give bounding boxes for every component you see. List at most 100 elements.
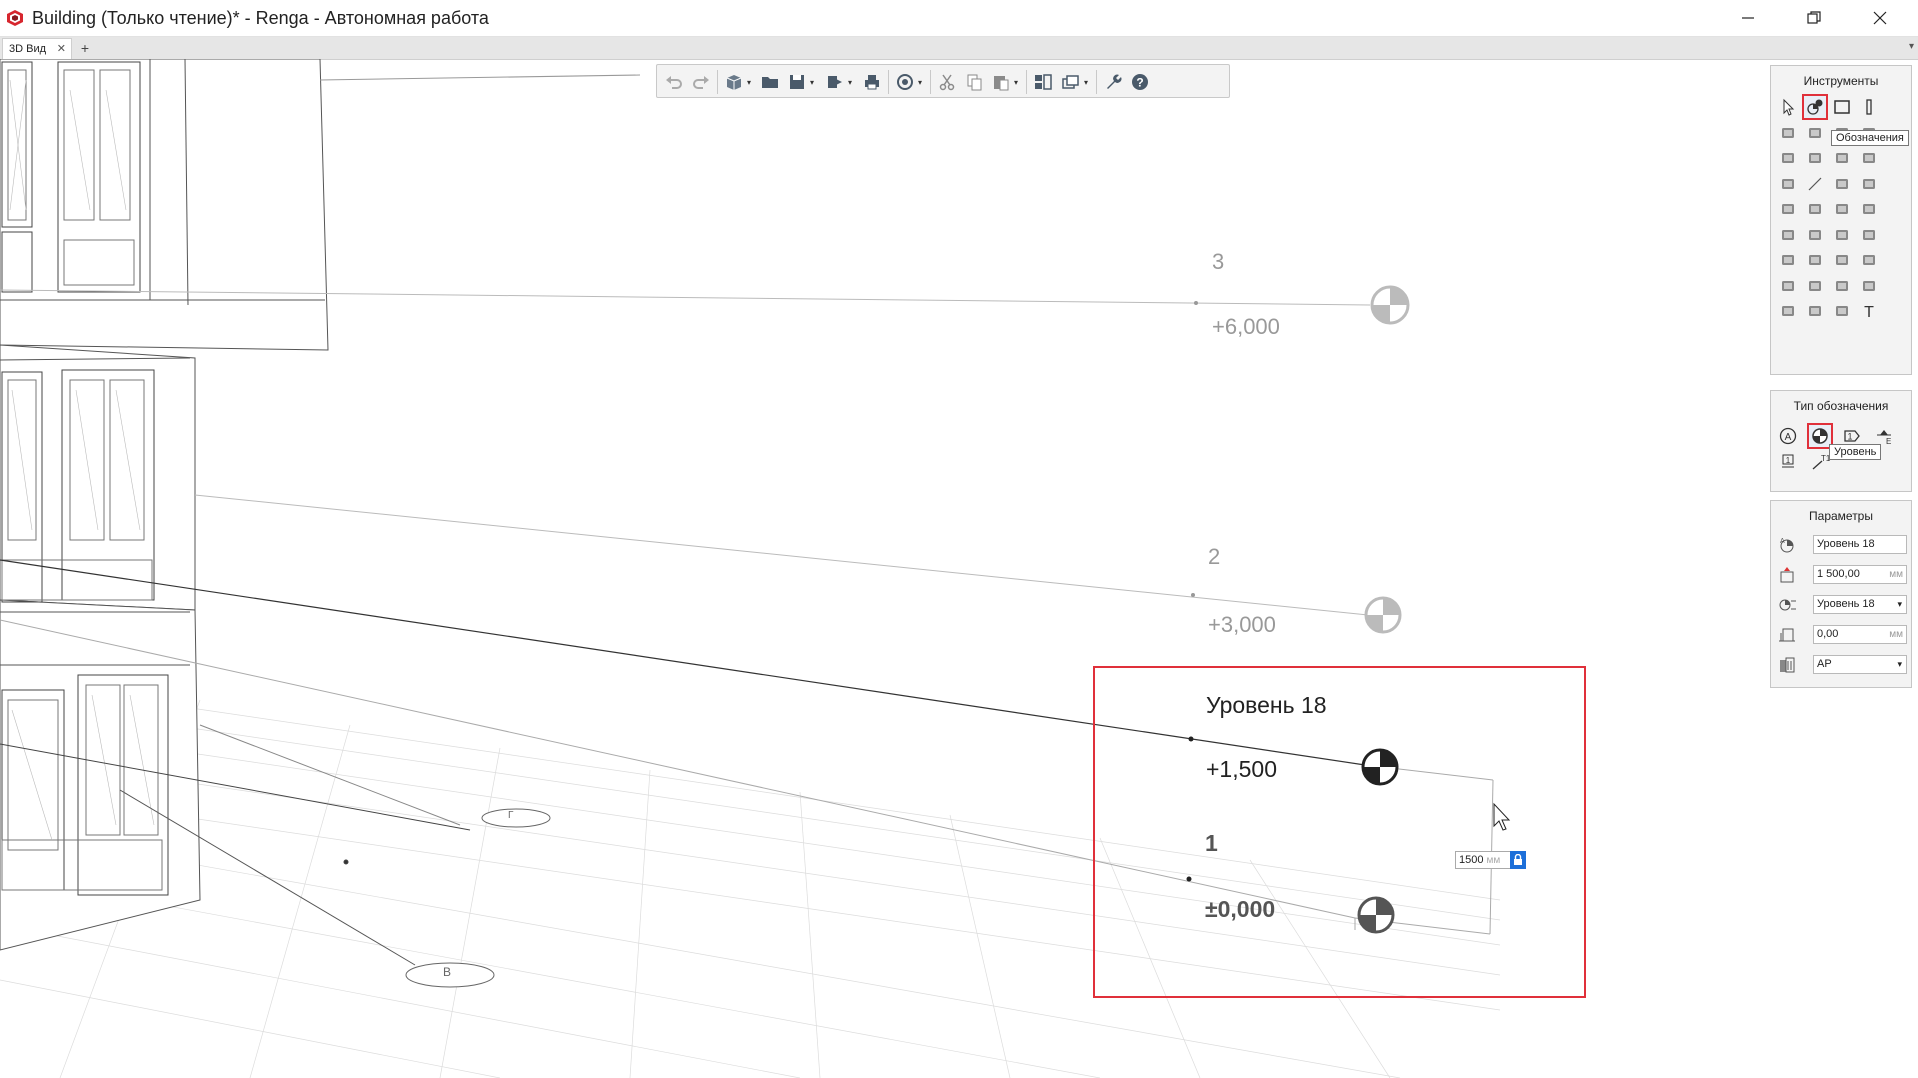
dimension-input[interactable]: 1500 мм [1455,851,1515,869]
split-view-icon [1035,74,1052,90]
fill-tool-icon[interactable] [1829,298,1855,324]
dimension-input-value: 1500 [1459,854,1484,866]
window-tool-icon[interactable] [1856,145,1882,171]
panel-tool-icon[interactable] [1775,273,1801,299]
duct-tool-icon[interactable] [1829,222,1855,248]
annotation-type-tooltip: Уровень [1829,444,1882,460]
open-folder-icon [762,77,778,88]
text-annotation-type-icon[interactable]: A [1775,423,1801,449]
open-button[interactable] [759,71,781,93]
cable-tool-icon[interactable] [1856,247,1882,273]
lamp-tool-icon[interactable] [1802,247,1828,273]
base-level-select[interactable]: Уровень 18 ▾ [1813,595,1907,614]
level-name-field[interactable]: Уровень 18 [1813,535,1907,554]
lock-icon[interactable] [1510,851,1526,869]
3d-viewport[interactable]: 3 +6,000 2 +3,000 Уровень 18 +1,500 1 ±0… [0,59,1918,1078]
ramp-tool-icon[interactable] [1802,145,1828,171]
redo-button[interactable] [690,71,712,93]
save-dropdown-icon[interactable]: ▾ [810,78,814,87]
param-row-name: A Уровень 18 [1777,534,1907,556]
numbered-level-type-icon[interactable]: 1 [1775,449,1801,475]
level-18-name: Уровень 18 [1206,692,1327,718]
export-icon [828,76,842,88]
visibility-button[interactable] [1060,71,1082,93]
text-tool-icon[interactable]: T [1856,298,1882,324]
export-dropdown-icon[interactable]: ▾ [848,78,852,87]
add-tab-button[interactable]: + [76,38,94,58]
save-button[interactable] [786,71,808,93]
fan-tool-icon[interactable] [1802,222,1828,248]
svg-text:E: E [1886,437,1891,446]
electric-tool-icon[interactable] [1829,247,1855,273]
column-tool-icon[interactable] [1856,94,1882,120]
level-marker-3-icon [1370,285,1410,325]
split-view-button[interactable] [1032,71,1054,93]
assembly-tool-icon[interactable] [1829,273,1855,299]
export-button[interactable] [824,71,846,93]
orbit-icon [897,74,913,90]
elevation-unit: мм [1889,569,1903,580]
settings-wrench-icon [1107,74,1122,89]
view-cube-button[interactable] [723,71,745,93]
boiler-tool-icon[interactable] [1802,196,1828,222]
slab-tool-icon[interactable] [1775,120,1801,146]
cut-button[interactable] [936,71,958,93]
restore-icon [1807,11,1821,24]
help-button[interactable]: ? [1129,71,1151,93]
layer-dropdown-icon: ▾ [1897,659,1902,669]
room-tool-icon[interactable] [1829,94,1855,120]
line-tool-icon[interactable] [1802,171,1828,197]
tab-3d-view[interactable]: 3D Вид ✕ [2,38,72,59]
leader-tool-icon[interactable] [1802,298,1828,324]
element-tool-icon[interactable] [1802,273,1828,299]
print-button[interactable] [861,71,883,93]
ground-grid [0,679,1501,1078]
door-tool-icon[interactable] [1829,145,1855,171]
undo-icon [666,76,682,89]
pump-tool-icon[interactable] [1775,222,1801,248]
orbit-button[interactable] [894,71,916,93]
restore-button[interactable] [1784,0,1844,36]
stair-tool-icon[interactable] [1775,145,1801,171]
window-title: Building (Только чтение)* - Renga - Авто… [32,8,489,28]
minimize-button[interactable] [1718,0,1778,36]
offset-field[interactable]: 0,00 мм [1813,625,1907,644]
help-icon: ? [1132,74,1148,90]
dimension-tool-icon[interactable] [1775,298,1801,324]
tab-close-icon[interactable]: ✕ [57,42,66,55]
tools-panel: Инструменты T Обозначения [1770,65,1912,375]
hatch-tool-icon[interactable] [1856,273,1882,299]
duct-fitting-tool-icon[interactable] [1856,222,1882,248]
annotation-type-panel: Тип обозначения A 1 E 1 T1 Уровень [1770,390,1912,492]
svg-text:?: ? [1136,76,1143,90]
settings-button[interactable] [1102,71,1124,93]
orbit-dropdown-icon[interactable]: ▾ [918,78,922,87]
select-tool-icon[interactable] [1775,94,1801,120]
paste-button[interactable] [990,71,1012,93]
offset-param-icon [1779,628,1795,642]
undo-button[interactable] [663,71,685,93]
railing-tool-icon[interactable] [1775,171,1801,197]
mechanical-tool-icon[interactable] [1775,247,1801,273]
annotations-tool-icon[interactable] [1802,94,1828,120]
view-cube-dropdown-icon[interactable]: ▾ [747,78,751,87]
plumbing-tool-icon[interactable] [1775,196,1801,222]
cut-icon [939,74,955,91]
layer-select[interactable]: АР ▾ [1813,655,1907,674]
save-icon [790,75,804,89]
svg-text:1: 1 [1847,432,1852,442]
pipe-tool-icon[interactable] [1856,171,1882,197]
pipe-fitting-tool-icon[interactable] [1856,196,1882,222]
valve-tool-icon[interactable] [1829,196,1855,222]
tab-list-dropdown-icon[interactable]: ▾ [1909,41,1914,52]
equipment-tool-icon[interactable] [1829,171,1855,197]
copy-button[interactable] [963,71,985,93]
layer-value: АР [1817,658,1832,670]
visibility-dropdown-icon[interactable]: ▾ [1084,78,1088,87]
paste-dropdown-icon[interactable]: ▾ [1014,78,1018,87]
layer-param-icon [1780,657,1795,673]
axis-label-g: Г [508,810,514,821]
roof-tool-icon[interactable] [1802,120,1828,146]
close-button[interactable] [1850,0,1910,36]
elevation-field[interactable]: 1 500,00 мм [1813,565,1907,584]
